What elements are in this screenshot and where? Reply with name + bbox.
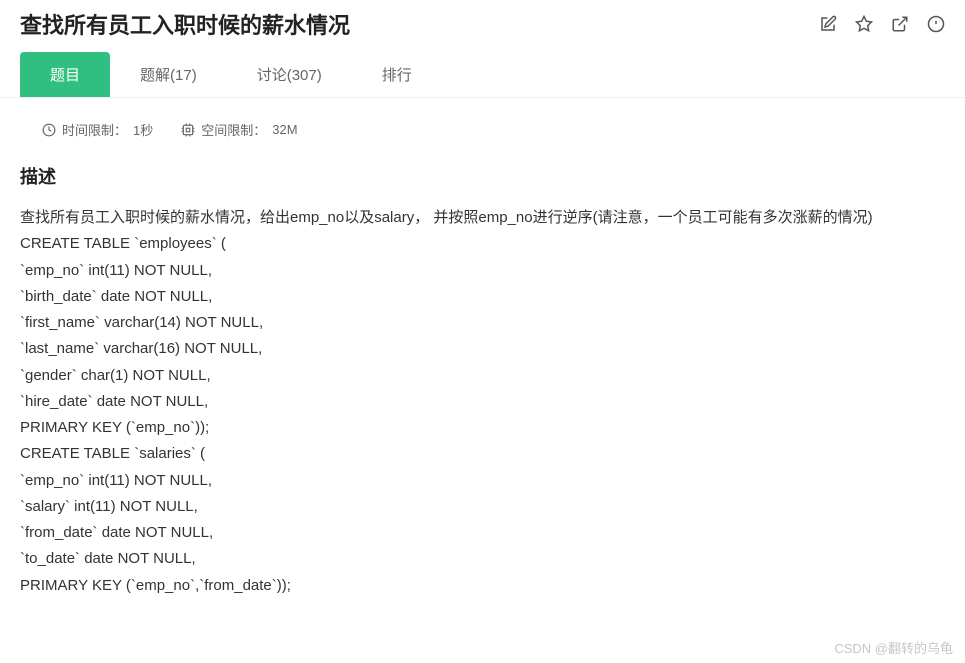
time-limit-value: 1秒 bbox=[133, 120, 153, 139]
sql-line: `first_name` varchar(14) NOT NULL, bbox=[20, 310, 945, 336]
sql-line: PRIMARY KEY (`emp_no`)); bbox=[20, 415, 945, 441]
sql-line: `hire_date` date NOT NULL, bbox=[20, 389, 945, 415]
sql-line: CREATE TABLE `salaries` ( bbox=[20, 441, 945, 467]
tabs: 题目 题解(17) 讨论(307) 排行 bbox=[0, 52, 965, 98]
tab-discuss[interactable]: 讨论(307) bbox=[227, 52, 352, 97]
watermark: CSDN @翻转的乌龟 bbox=[834, 638, 953, 657]
page-title: 查找所有员工入职时候的薪水情况 bbox=[20, 8, 350, 40]
clock-icon bbox=[42, 123, 56, 137]
space-limit-label: 空间限制： bbox=[201, 120, 266, 139]
content: 描述 查找所有员工入职时候的薪水情况，给出emp_no以及salary， 并按照… bbox=[0, 153, 965, 619]
space-limit: 空间限制： 32M bbox=[181, 120, 297, 139]
limits-bar: 时间限制： 1秒 空间限制： 32M bbox=[0, 102, 965, 153]
sql-line: CREATE TABLE `employees` ( bbox=[20, 231, 945, 257]
sql-line: `from_date` date NOT NULL, bbox=[20, 520, 945, 546]
sql-line: `birth_date` date NOT NULL, bbox=[20, 284, 945, 310]
space-limit-value: 32M bbox=[272, 122, 297, 137]
sql-line: `emp_no` int(11) NOT NULL, bbox=[20, 468, 945, 494]
edit-icon[interactable] bbox=[819, 15, 837, 33]
sql-line: PRIMARY KEY (`emp_no`,`from_date`)); bbox=[20, 573, 945, 599]
tab-solution[interactable]: 题解(17) bbox=[110, 52, 227, 97]
star-icon[interactable] bbox=[855, 15, 873, 33]
tab-rank[interactable]: 排行 bbox=[352, 52, 442, 97]
sql-line: `last_name` varchar(16) NOT NULL, bbox=[20, 336, 945, 362]
time-limit: 时间限制： 1秒 bbox=[42, 120, 153, 139]
memory-icon bbox=[181, 123, 195, 137]
description-intro: 查找所有员工入职时候的薪水情况，给出emp_no以及salary， 并按照emp… bbox=[20, 205, 945, 231]
time-limit-label: 时间限制： bbox=[62, 120, 127, 139]
description-body: 查找所有员工入职时候的薪水情况，给出emp_no以及salary， 并按照emp… bbox=[20, 205, 945, 599]
header-actions bbox=[819, 15, 945, 33]
sql-line: `salary` int(11) NOT NULL, bbox=[20, 494, 945, 520]
header: 查找所有员工入职时候的薪水情况 bbox=[0, 0, 965, 52]
info-icon[interactable] bbox=[927, 15, 945, 33]
tab-problem[interactable]: 题目 bbox=[20, 52, 110, 97]
sql-line: `emp_no` int(11) NOT NULL, bbox=[20, 258, 945, 284]
sql-line: `to_date` date NOT NULL, bbox=[20, 546, 945, 572]
sql-line: `gender` char(1) NOT NULL, bbox=[20, 363, 945, 389]
description-heading: 描述 bbox=[20, 163, 945, 189]
share-icon[interactable] bbox=[891, 15, 909, 33]
